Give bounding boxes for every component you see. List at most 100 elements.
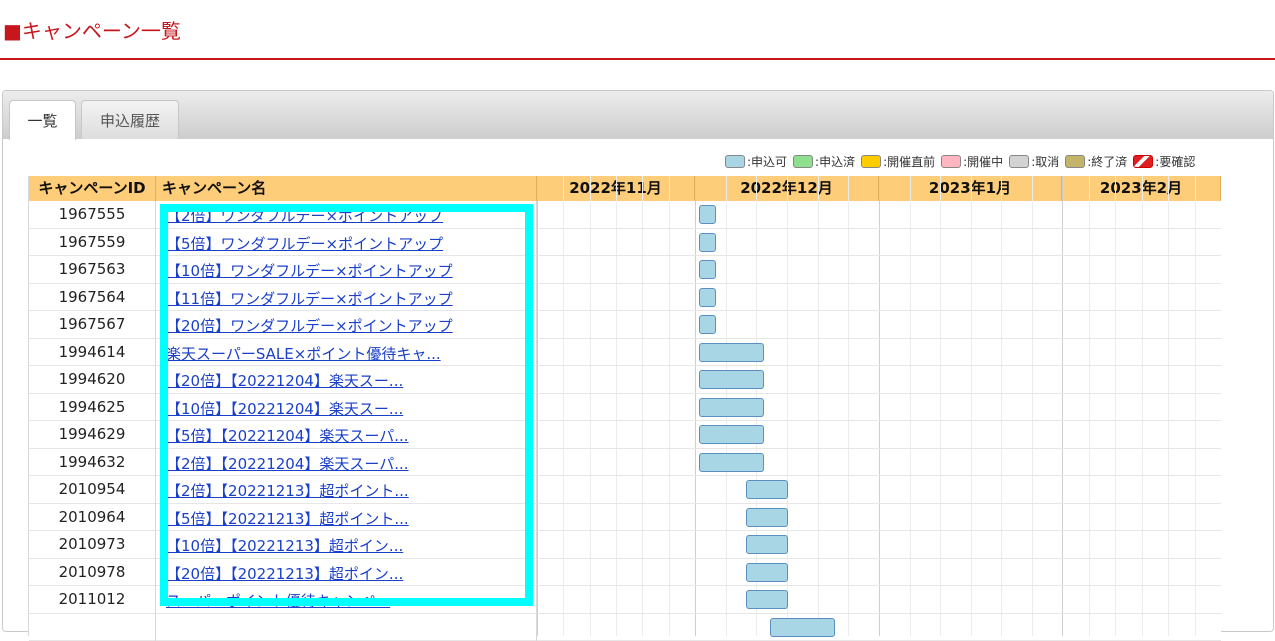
table-row [29, 614, 1221, 641]
campaign-id: 1994632 [29, 449, 156, 477]
legend-item: :申込済 [793, 153, 855, 170]
campaign-name-cell [156, 614, 537, 641]
campaign-period-bar[interactable] [746, 563, 788, 582]
campaign-name-link[interactable]: 【10倍】【20221204】楽天スー... [166, 398, 403, 419]
campaign-period-bar[interactable] [746, 590, 788, 609]
campaign-name-cell: 【10倍】ワンダフルデー×ポイントアップ [156, 256, 537, 284]
campaign-id: 1967559 [29, 229, 156, 257]
campaign-name-cell: 【5倍】【20221213】超ポイント... [156, 504, 537, 532]
legend-label: :終了済 [1087, 153, 1127, 170]
campaign-schedule-table: キャンペーンID キャンペーン名 2022年11月2022年12月2023年1月… [28, 176, 1221, 636]
campaign-name-cell: 【5倍】【20221204】楽天スーパ... [156, 421, 537, 449]
campaign-period-bar[interactable] [699, 288, 716, 307]
campaign-name-cell: 【20倍】ワンダフルデー×ポイントアップ [156, 311, 537, 339]
table-row: 1994620 【20倍】【20221204】楽天スー... [29, 366, 1221, 394]
tab-application-history[interactable]: 申込履歴 [81, 100, 179, 139]
campaign-name-cell: 【10倍】【20221204】楽天スー... [156, 394, 537, 422]
campaign-name-link[interactable]: 【10倍】ワンダフルデー×ポイントアップ [166, 260, 453, 281]
campaign-name-link[interactable]: 【11倍】ワンダフルデー×ポイントアップ [166, 288, 453, 309]
campaign-name-cell: 【20倍】【20221213】超ポイン... [156, 559, 537, 587]
table-row: 1967567【20倍】ワンダフルデー×ポイントアップ [29, 311, 1221, 339]
legend-item: :取消 [1009, 153, 1059, 170]
legend-item: :開催直前 [861, 153, 935, 170]
campaign-name-link[interactable]: 楽天スーパーSALE×ポイント優待キャ... [166, 343, 441, 364]
table-row: 2010973 【10倍】【20221213】超ポイン... [29, 531, 1221, 559]
campaign-name-link[interactable]: 【5倍】【20221204】楽天スーパ... [166, 425, 409, 446]
campaign-name-link[interactable]: 【10倍】【20221213】超ポイン... [166, 535, 403, 556]
campaign-id: 2011012 [29, 586, 156, 614]
campaign-name-link[interactable]: 【2倍】【20221213】超ポイント... [166, 480, 409, 501]
table-row: 2011012 スーパーポイント優待キャンペ... [29, 586, 1221, 614]
page-title: ■キャンペーン一覧 [3, 18, 181, 44]
campaign-id: 1994625 [29, 394, 156, 422]
campaign-id: 2010973 [29, 531, 156, 559]
legend-label: :要確認 [1155, 153, 1195, 170]
campaign-name-cell: 【20倍】【20221204】楽天スー... [156, 366, 537, 394]
campaign-name-link[interactable]: 【20倍】【20221213】超ポイン... [166, 563, 403, 584]
campaign-id: 2010978 [29, 559, 156, 587]
campaign-name-link[interactable]: 【2倍】【20221204】楽天スーパ... [166, 453, 409, 474]
campaign-name-link[interactable]: 【20倍】ワンダフルデー×ポイントアップ [166, 315, 453, 336]
campaign-id: 2010954 [29, 476, 156, 504]
legend-label: :取消 [1031, 153, 1059, 170]
campaign-period-bar[interactable] [699, 453, 764, 472]
page-header: ■キャンペーン一覧 [0, 0, 1275, 60]
campaign-id: 1994620 [29, 366, 156, 394]
tab-bar: 一覧 申込履歴 [3, 91, 1273, 139]
legend-label: :開催中 [963, 153, 1003, 170]
table-row: 1994614 楽天スーパーSALE×ポイント優待キャ... [29, 339, 1221, 367]
table-row: 1994629 【5倍】【20221204】楽天スーパ... [29, 421, 1221, 449]
legend-item: :開催中 [941, 153, 1003, 170]
legend-swatch [861, 155, 881, 168]
legend-swatch [941, 155, 961, 168]
campaign-id: 1994629 [29, 421, 156, 449]
table-row: 1967555 【2倍】ワンダフルデー×ポイントアップ [29, 201, 1221, 229]
campaign-period-bar[interactable] [746, 508, 788, 527]
legend-item: :要確認 [1133, 153, 1195, 170]
campaign-name-cell: 【5倍】ワンダフルデー×ポイントアップ [156, 229, 537, 257]
legend-item: :申込可 [725, 153, 787, 170]
campaign-name-cell: 楽天スーパーSALE×ポイント優待キャ... [156, 339, 537, 367]
legend-label: :開催直前 [883, 153, 935, 170]
campaign-name-link[interactable]: 【5倍】ワンダフルデー×ポイントアップ [166, 233, 443, 254]
campaign-name-cell: 【2倍】ワンダフルデー×ポイントアップ [156, 201, 537, 229]
campaign-period-bar[interactable] [770, 618, 835, 637]
campaign-name-link[interactable]: スーパーポイント優待キャンペ... [166, 590, 390, 611]
campaign-period-bar[interactable] [699, 370, 764, 389]
campaign-period-bar[interactable] [699, 260, 716, 279]
campaign-name-cell: 【10倍】【20221213】超ポイン... [156, 531, 537, 559]
campaign-name-link[interactable]: 【5倍】【20221213】超ポイント... [166, 508, 409, 529]
table-row: 2010978 【20倍】【20221213】超ポイン... [29, 559, 1221, 587]
column-header-id: キャンペーンID [29, 176, 156, 201]
campaign-id: 1967564 [29, 284, 156, 312]
campaign-id: 1994614 [29, 339, 156, 367]
campaign-name-cell: 【2倍】【20221204】楽天スーパ... [156, 449, 537, 477]
campaign-period-bar[interactable] [699, 343, 764, 362]
legend-swatch [1133, 155, 1153, 168]
campaign-period-bar[interactable] [699, 398, 764, 417]
table-row: 1994632 【2倍】【20221204】楽天スーパ... [29, 449, 1221, 477]
table-row: 1994625 【10倍】【20221204】楽天スー... [29, 394, 1221, 422]
campaign-period-bar[interactable] [699, 205, 716, 224]
campaign-name-link[interactable]: 【20倍】【20221204】楽天スー... [166, 370, 403, 391]
campaign-period-bar[interactable] [746, 535, 788, 554]
campaign-period-bar[interactable] [746, 480, 788, 499]
legend-label: :申込済 [815, 153, 855, 170]
status-legend: :申込可 :申込済 :開催直前 :開催中 :取消 :終了済 :要確認 [725, 152, 1201, 170]
campaign-id: 1967555 [29, 201, 156, 229]
legend-swatch [793, 155, 813, 168]
campaign-name-link[interactable]: 【2倍】ワンダフルデー×ポイントアップ [166, 205, 443, 226]
campaign-name-cell: スーパーポイント優待キャンペ... [156, 586, 537, 614]
campaign-id [29, 614, 156, 641]
campaign-name-cell: 【2倍】【20221213】超ポイント... [156, 476, 537, 504]
campaign-period-bar[interactable] [699, 315, 716, 334]
table-row: 1967563【10倍】ワンダフルデー×ポイントアップ [29, 256, 1221, 284]
campaign-period-bar[interactable] [699, 233, 716, 252]
legend-swatch [1065, 155, 1085, 168]
legend-swatch [725, 155, 745, 168]
tab-list[interactable]: 一覧 [9, 100, 76, 140]
campaign-id: 2010964 [29, 504, 156, 532]
table-row: 1967564 【11倍】ワンダフルデー×ポイントアップ [29, 284, 1221, 312]
campaign-name-cell: 【11倍】ワンダフルデー×ポイントアップ [156, 284, 537, 312]
campaign-period-bar[interactable] [699, 425, 764, 444]
